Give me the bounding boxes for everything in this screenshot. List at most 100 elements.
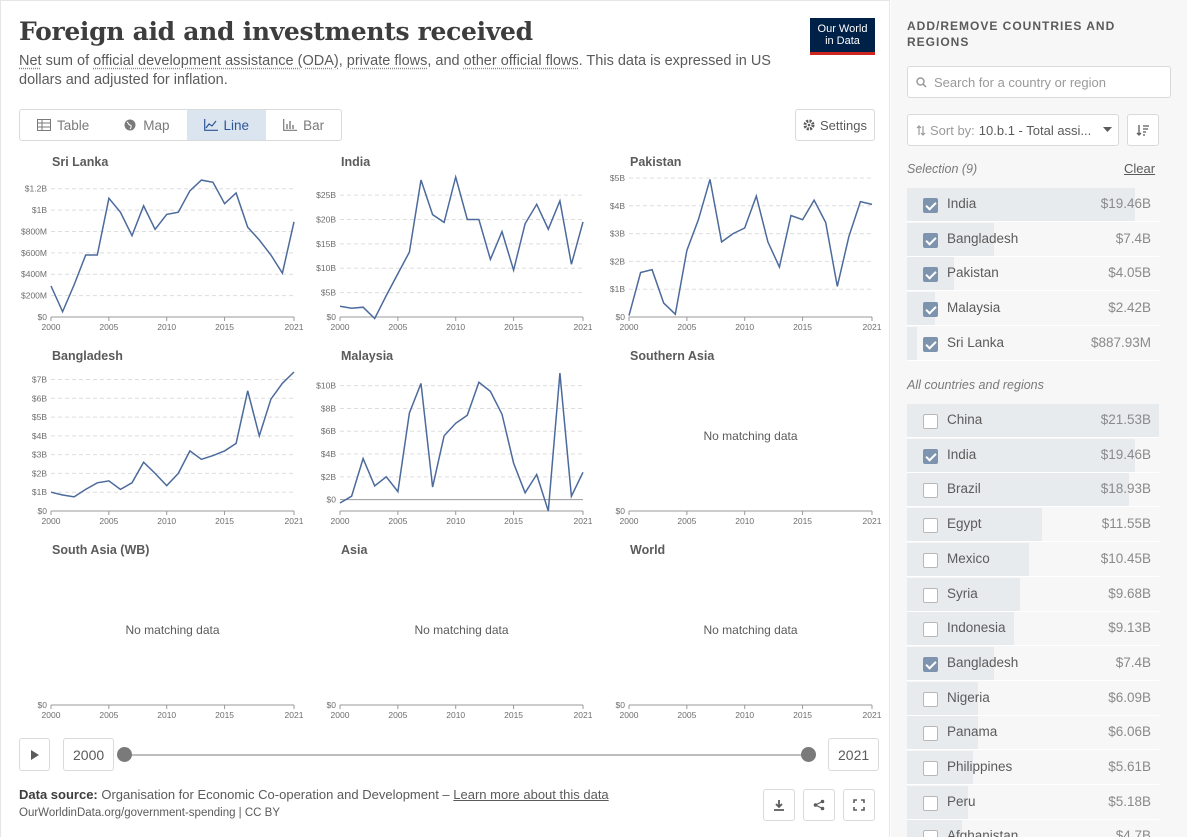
entity-row[interactable]: Peru $5.18B: [907, 785, 1159, 820]
y-tick-label: $3B: [610, 229, 625, 239]
x-tick-label: 2015: [504, 516, 523, 526]
logo-line-1: Our World: [817, 23, 868, 35]
timeline-track[interactable]: [124, 754, 810, 756]
share-button[interactable]: [803, 789, 835, 821]
entity-row[interactable]: Brazil $18.93B: [907, 473, 1159, 508]
chart-panel: Foreign aid and investments received Net…: [0, 0, 890, 837]
y-tick-label: $0: [616, 506, 626, 516]
facet-chart: Asia $02000 2005 2010 2015 2021 No matching da…: [327, 543, 593, 720]
checkbox[interactable]: [923, 795, 938, 811]
tab-bar[interactable]: Bar: [266, 110, 341, 140]
checkbox[interactable]: [923, 414, 938, 429]
x-tick-label: 2021: [574, 710, 593, 720]
subtitle-link[interactable]: private flows: [347, 53, 428, 69]
checkbox[interactable]: [923, 198, 938, 213]
no-data-message: No matching data: [125, 623, 219, 637]
entity-row[interactable]: Malaysia $2.42B: [907, 292, 1159, 327]
subtitle-text: , and: [427, 53, 464, 69]
entity-row[interactable]: Afghanistan $4.7B: [907, 820, 1159, 837]
entity-row[interactable]: Bangladesh $7.4B: [907, 222, 1159, 257]
checkbox[interactable]: [923, 483, 938, 499]
entity-name: China: [947, 412, 983, 427]
tab-line[interactable]: Line: [186, 110, 267, 140]
entity-name: India: [947, 446, 977, 462]
y-tick-label: $6B: [32, 393, 47, 403]
entity-value: $18.93B: [1100, 481, 1151, 497]
checkbox[interactable]: [923, 656, 938, 672]
timeline-start-year[interactable]: 2000: [63, 738, 115, 771]
tab-map[interactable]: Map: [106, 110, 186, 140]
subtitle-link[interactable]: other official flows: [464, 53, 579, 69]
y-tick-label: $400M: [21, 269, 47, 279]
download-button[interactable]: [763, 789, 795, 821]
entity-row[interactable]: India $19.46B: [907, 188, 1159, 222]
entity-row[interactable]: Egypt $11.55B: [907, 508, 1159, 543]
entity-value: $6.06B: [1108, 724, 1151, 740]
entity-row[interactable]: Indonesia $9.13B: [907, 612, 1159, 647]
x-tick-label: 2000: [620, 516, 639, 526]
series-line[interactable]: [50, 179, 295, 314]
entity-row[interactable]: China $21.53B: [907, 404, 1159, 438]
entity-row[interactable]: Bangladesh $7.4B: [907, 646, 1159, 681]
subtitle-link[interactable]: official development assistance (ODA): [93, 53, 339, 69]
x-tick-label: 2015: [504, 322, 523, 332]
y-tick-label: $2B: [32, 468, 47, 478]
x-tick-label: 2010: [157, 710, 176, 720]
entity-value: $21.53B: [1100, 412, 1151, 427]
y-tick-label: $25B: [316, 190, 336, 200]
timeline-start-handle[interactable]: [117, 747, 132, 762]
learn-more-link[interactable]: Learn more about this data: [453, 787, 608, 802]
checkbox[interactable]: [923, 830, 938, 837]
checkbox[interactable]: [923, 302, 938, 318]
y-tick-label: $5B: [32, 412, 47, 422]
entity-row[interactable]: Mexico $10.45B: [907, 542, 1159, 577]
y-tick-label: $0: [38, 700, 48, 710]
checkbox[interactable]: [923, 518, 938, 534]
checkbox[interactable]: [923, 622, 938, 638]
settings-button[interactable]: Settings: [795, 109, 875, 141]
entity-row[interactable]: Panama $6.06B: [907, 716, 1159, 751]
entity-name: Pakistan: [947, 265, 999, 281]
entity-name: Brazil: [947, 481, 981, 497]
timeline-end-year[interactable]: 2021: [828, 738, 880, 771]
series-line[interactable]: [339, 373, 584, 512]
entity-row[interactable]: Pakistan $4.05B: [907, 257, 1159, 292]
series-line[interactable]: [339, 174, 584, 320]
entity-value: $4.05B: [1108, 265, 1151, 281]
checkbox[interactable]: [923, 336, 938, 352]
play-icon: [30, 749, 39, 760]
entity-row[interactable]: India $19.46B: [907, 438, 1159, 473]
owid-logo[interactable]: Our World in Data: [810, 18, 875, 55]
checkbox[interactable]: [923, 232, 938, 248]
x-tick-label: 2000: [331, 322, 350, 332]
checkbox[interactable]: [923, 552, 938, 568]
country-search-input[interactable]: Search for a country or region: [907, 66, 1171, 98]
x-tick-label: 2000: [620, 710, 639, 720]
facet-title: Malaysia: [341, 349, 394, 363]
entity-row[interactable]: Syria $9.68B: [907, 577, 1159, 612]
checkbox[interactable]: [923, 448, 938, 464]
checkbox[interactable]: [923, 691, 938, 707]
entity-row[interactable]: Philippines $5.61B: [907, 751, 1159, 785]
x-tick-label: 2010: [446, 710, 465, 720]
checkbox[interactable]: [923, 267, 938, 283]
play-button[interactable]: [19, 738, 50, 771]
sort-dropdown[interactable]: Sort by: 10.b.1 - Total assi...: [907, 114, 1119, 146]
fullscreen-button[interactable]: [843, 789, 875, 821]
y-tick-label: $0: [327, 312, 337, 322]
checkbox[interactable]: [923, 726, 938, 742]
entity-row[interactable]: Nigeria $6.09B: [907, 681, 1159, 716]
sort-direction-button[interactable]: [1127, 114, 1159, 146]
clear-selection-button[interactable]: Clear: [1124, 161, 1155, 176]
subtitle-link[interactable]: Net: [19, 53, 42, 69]
entity-name: Nigeria: [947, 689, 990, 705]
checkbox[interactable]: [923, 761, 938, 776]
series-line[interactable]: [628, 179, 873, 316]
tab-table[interactable]: Table: [20, 110, 106, 140]
entity-row[interactable]: Sri Lanka $887.93M: [907, 326, 1159, 361]
y-tick-label: $0: [616, 312, 626, 322]
series-line[interactable]: [50, 371, 295, 498]
checkbox[interactable]: [923, 587, 938, 603]
timeline-end-handle[interactable]: [801, 747, 816, 762]
x-tick-label: 2005: [388, 322, 407, 332]
